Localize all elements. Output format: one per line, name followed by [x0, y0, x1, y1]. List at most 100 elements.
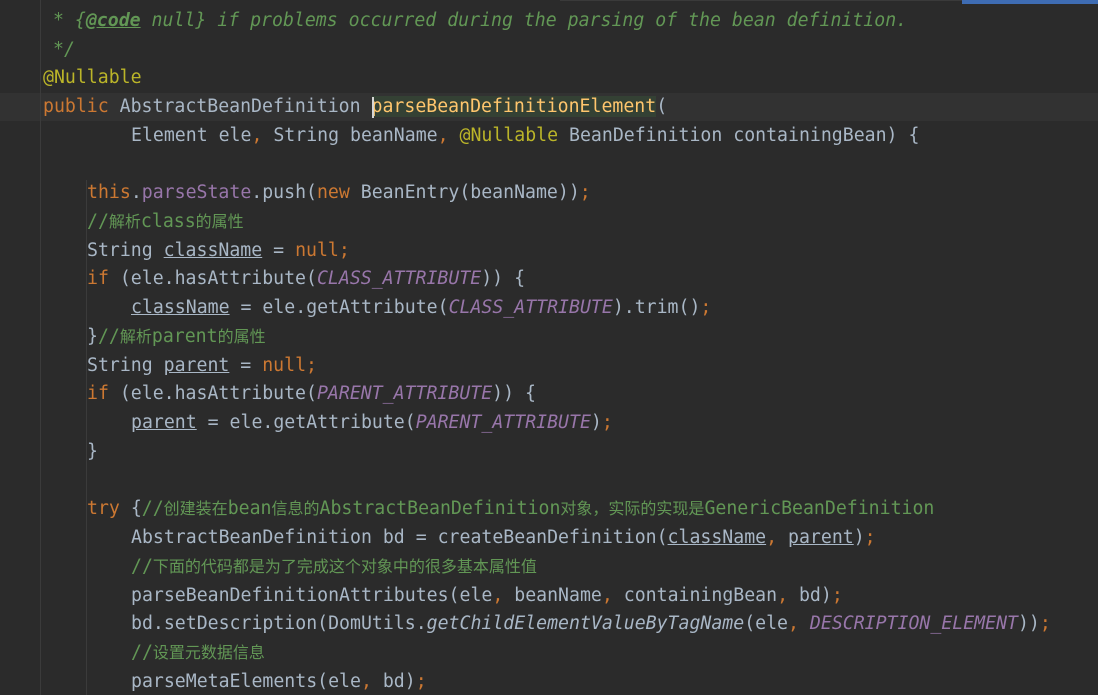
code-line: }//解析parent的属性 — [87, 322, 266, 351]
code-token: className — [131, 297, 230, 318]
code-token: parseMetaElements(ele — [131, 671, 361, 692]
code-token: */ — [53, 39, 75, 60]
code-token: className — [163, 240, 263, 261]
code-token: parent — [788, 527, 854, 548]
code-token: 的属性 — [217, 327, 266, 346]
code-token: null; — [262, 355, 317, 376]
code-line: Element ele, String beanName, @Nullable … — [131, 121, 919, 150]
code-line: className = ele.getAttribute(CLASS_ATTRI… — [131, 293, 711, 322]
code-line: parent = ele.getAttribute(PARENT_ATTRIBU… — [131, 408, 613, 437]
code-token: containingBean — [623, 585, 778, 606]
code-token: , — [788, 613, 810, 634]
code-token: String — [87, 355, 164, 376]
code-token: ; — [579, 182, 591, 203]
code-token: parent — [151, 326, 218, 347]
code-token: public — [43, 96, 120, 117]
code-token: )) { — [492, 383, 536, 404]
code-token: 下面的代码都是为了完成这个对象中的很多基本属性值 — [152, 557, 537, 576]
code-line: if (ele.hasAttribute(CLASS_ATTRIBUTE)) { — [87, 264, 525, 293]
code-token: = — [229, 355, 263, 376]
code-token: , — [437, 125, 460, 146]
code-token: beanName — [514, 585, 602, 606]
code-token: )) — [1017, 613, 1040, 634]
comment-line: //设置元数据信息 — [131, 638, 265, 667]
code-token: BeanEntry(beanName)) — [360, 182, 580, 203]
code-token: { — [130, 498, 142, 519]
code-token: DESCRIPTION_ELEMENT — [809, 613, 1018, 634]
code-token: GenericBeanDefinition — [704, 498, 935, 519]
code-token: String — [87, 240, 164, 261]
code-token: (ele.hasAttribute( — [119, 268, 317, 289]
code-token: className — [667, 527, 767, 548]
code-line: * {@code null} if problems occurred duri… — [53, 6, 907, 35]
code-token: BeanDefinition containingBean) { — [569, 125, 920, 146]
code-token: parent — [131, 412, 197, 433]
code-token: String beanName — [273, 125, 438, 146]
code-token: (ele — [744, 613, 789, 634]
code-token: = ele.getAttribute( — [196, 412, 416, 433]
code-token: ) — [853, 527, 865, 548]
code-token: )) { — [481, 268, 526, 289]
code-token: , — [766, 527, 789, 548]
code-token: Element ele — [131, 125, 252, 146]
code-token: null; — [295, 240, 350, 261]
code-token: CLASS_ATTRIBUTE — [448, 297, 613, 318]
comment-line: //下面的代码都是为了完成这个对象中的很多基本属性值 — [131, 552, 537, 581]
code-token: 解析 — [119, 327, 152, 346]
code-token: // — [131, 642, 153, 663]
code-token: if — [87, 268, 120, 289]
code-line: try {//创建装在bean信息的AbstractBeanDefinition… — [87, 494, 934, 523]
code-token: parseBeanDefinitionAttributes(ele — [131, 585, 493, 606]
method-signature-line: public AbstractBeanDefinition parseBeanD… — [43, 92, 667, 121]
code-token: . — [130, 182, 142, 203]
code-token: AbstractBeanDefinition bd = createBeanDe… — [131, 527, 668, 548]
code-token: this — [87, 182, 131, 203]
code-token: AbstractBeanDefinition — [319, 498, 561, 519]
code-token: bd.setDescription(DomUtils. — [131, 613, 427, 634]
code-token: // — [131, 556, 153, 577]
code-token: if — [87, 383, 120, 404]
code-token: 设置元数据信息 — [152, 643, 265, 662]
comment-line: //解析class的属性 — [87, 207, 244, 236]
code-token: ; — [864, 527, 876, 548]
code-line: this.parseState.push(new BeanEntry(beanN… — [87, 178, 591, 207]
code-token: null} if problems occurred during the pa… — [140, 10, 908, 31]
code-token: @code — [85, 10, 141, 31]
code-token: PARENT_ATTRIBUTE — [415, 412, 591, 433]
code-token: , — [251, 125, 274, 146]
code-token: ( — [656, 96, 668, 117]
code-token: 对象，实际的实现是 — [560, 499, 705, 518]
code-token: ; — [700, 297, 712, 318]
code-token: ).trim() — [612, 297, 701, 318]
code-token: @Nullable — [459, 125, 570, 146]
code-token: , — [492, 585, 515, 606]
code-token: class — [140, 211, 196, 232]
code-token: 创建装在 — [163, 499, 228, 518]
code-token: , — [360, 671, 383, 692]
code-token: parseState — [141, 182, 252, 203]
code-token: 的属性 — [195, 212, 244, 231]
code-line: */ — [53, 35, 75, 64]
code-token: // — [141, 498, 164, 519]
code-editor[interactable]: * {@code null} if problems occurred duri… — [0, 0, 1098, 695]
text-caret — [372, 97, 374, 118]
code-token: CLASS_ATTRIBUTE — [316, 268, 482, 289]
code-token: // — [97, 326, 120, 347]
code-line: if (ele.hasAttribute(PARENT_ATTRIBUTE)) … — [87, 379, 536, 408]
code-line: parseMetaElements(ele, bd); — [131, 667, 427, 695]
code-token: bd) — [382, 671, 416, 692]
code-token: bd) — [798, 585, 832, 606]
code-token: ; — [831, 585, 843, 606]
code-token: ; — [415, 671, 427, 692]
code-token: PARENT_ATTRIBUTE — [316, 383, 493, 404]
code-token: (ele.hasAttribute( — [119, 383, 317, 404]
code-token: } — [87, 441, 98, 462]
code-token: ; — [601, 412, 613, 433]
code-line: String parent = null; — [87, 351, 317, 380]
code-token: getChildElementValueByTagName — [426, 613, 745, 634]
code-token: 解析 — [108, 212, 141, 231]
code-token: new — [316, 182, 361, 203]
code-line: AbstractBeanDefinition bd = createBeanDe… — [131, 523, 876, 552]
code-line: String className = null; — [87, 236, 350, 265]
code-line: parseBeanDefinitionAttributes(ele, beanN… — [131, 581, 843, 610]
